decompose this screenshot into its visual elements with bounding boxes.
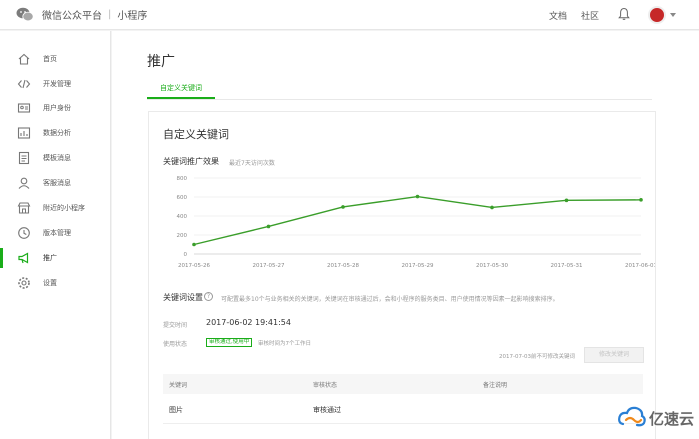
chart-subtitle: 最近7天访问次数 [229, 160, 275, 167]
sidebar-item-customer[interactable]: 客服消息 [0, 172, 110, 194]
x-tick-label: 2017-05-30 [476, 263, 508, 269]
modify-keywords-button[interactable]: 修改关键词 [584, 347, 644, 363]
series-line [193, 195, 642, 246]
tab-custom-keywords[interactable]: 自定义关键词 [147, 81, 215, 99]
gear-icon [18, 277, 30, 289]
page-title: 推广 [147, 54, 175, 70]
keyword-card: 自定义关键词 关键词推广效果 最近7天访问次数 0 200 400 600 800 201… [148, 111, 656, 439]
sidebar-item-label: 设置 [43, 279, 57, 287]
table-header: 关键词 审核状态 备注说明 [163, 374, 643, 394]
data-point [490, 205, 494, 210]
data-chart-icon [17, 127, 31, 139]
watermark: 亿速云 [617, 404, 694, 432]
settings-title: 关键词设置 [163, 293, 203, 302]
data-point [266, 224, 271, 229]
sidebar-item-label: 数据分析 [43, 129, 71, 137]
sidebar-item-label: 推广 [43, 254, 57, 262]
avatar[interactable] [648, 6, 666, 24]
top-bar: 微信公众平台 | 小程序 文档 社区 [0, 0, 699, 30]
x-tick-label: 2017-05-26 [178, 263, 210, 269]
status-note: 审核时间为7个工作日 [258, 341, 311, 347]
sidebar-item-label: 版本管理 [43, 229, 71, 237]
chart-title: 关键词推广效果 [163, 157, 219, 166]
sidebar-item-data[interactable]: 数据分析 [0, 122, 110, 144]
status-badge: 审核通过,使用中 [206, 338, 253, 347]
watermark-text: 亿速云 [649, 409, 695, 428]
status-label: 使用状态 [163, 341, 188, 348]
data-point [341, 205, 345, 209]
submit-time-value: 2017-06-02 19:41:54 [206, 318, 291, 327]
help-icon[interactable]: ? [204, 292, 213, 301]
column-header: 审核状态 [313, 382, 338, 389]
x-tick-label: 2017-05-31 [551, 263, 583, 269]
sidebar-item-label: 用户身份 [43, 104, 71, 112]
x-tick-label: 2017-05-29 [402, 263, 434, 269]
sidebar-item-template[interactable]: 模板消息 [0, 147, 110, 169]
clock-icon [18, 227, 30, 239]
sidebar-item-label: 附近的小程序 [43, 204, 85, 212]
settings-description: 可配置最多10个与业务相关的关键词，关键词在审核通过后，会和小程序的服务类目、用… [221, 296, 559, 303]
sidebar-item-label: 首页 [43, 55, 57, 63]
column-header: 关键词 [169, 382, 188, 389]
chevron-down-icon[interactable] [670, 13, 676, 17]
megaphone-icon [18, 252, 29, 264]
sidebar: 首页 开发管理 用户身份 数据分析 模板消息 客服消息 附近的小程序 版本管理 … [0, 31, 111, 439]
column-header: 备注说明 [483, 382, 508, 389]
expire-note: 2017-07-03前不可修改关键词 [499, 354, 575, 360]
brand-separator: | [108, 9, 112, 20]
sidebar-item-label: 客服消息 [43, 179, 71, 187]
y-tick-label: 0 [184, 252, 188, 258]
brand-name: 微信公众平台 [42, 11, 102, 22]
sidebar-item-home[interactable]: 首页 [0, 48, 110, 70]
docs-link[interactable]: 文档 [549, 9, 567, 22]
sidebar-item-label: 模板消息 [43, 154, 71, 162]
home-icon [18, 53, 30, 65]
data-point [415, 194, 420, 199]
y-tick-label: 200 [177, 233, 188, 239]
review-status-cell: 审核通过 [313, 406, 341, 414]
keyword-cell: 图片 [169, 406, 183, 414]
bell-icon[interactable] [618, 7, 630, 21]
user-id-icon [17, 103, 31, 113]
community-link[interactable]: 社区 [581, 9, 599, 22]
card-title: 自定义关键词 [163, 128, 229, 141]
table-row: 图片 审核通过 [163, 394, 643, 424]
data-point [564, 198, 569, 203]
y-tick-label: 800 [177, 176, 188, 182]
brand[interactable]: 微信公众平台 | 小程序 [16, 7, 147, 22]
template-icon [18, 151, 30, 165]
sidebar-item-promotion[interactable]: 推广 [0, 247, 110, 269]
data-point [192, 242, 196, 247]
main-content: 推广 自定义关键词 自定义关键词 关键词推广效果 最近7天访问次数 0 200 40… [112, 31, 699, 439]
store-icon [17, 202, 31, 214]
code-icon [17, 79, 31, 89]
brand-section: 小程序 [117, 11, 148, 22]
cloud-logo-icon [618, 406, 646, 427]
x-tick-label: 2017-05-28 [327, 263, 359, 269]
keyword-line-chart: 0 200 400 600 800 2017-05-26 2017-05-27 2017-05… [177, 176, 656, 269]
y-tick-label: 400 [177, 214, 188, 220]
sidebar-item-settings[interactable]: 设置 [0, 272, 110, 294]
x-tick-label: 2017-05-27 [253, 263, 285, 269]
data-point [639, 198, 643, 202]
x-tick-label: 2017-06-01 [625, 263, 655, 269]
customer-service-icon [18, 177, 30, 189]
wechat-logo-icon [16, 7, 34, 22]
y-tick-label: 600 [177, 195, 188, 201]
sidebar-item-version[interactable]: 版本管理 [0, 222, 110, 244]
sidebar-item-user-id[interactable]: 用户身份 [0, 97, 110, 119]
tab-divider [147, 99, 652, 100]
sidebar-item-nearby[interactable]: 附近的小程序 [0, 197, 110, 219]
sidebar-item-label: 开发管理 [43, 80, 71, 88]
submit-time-label: 提交时间 [163, 322, 188, 329]
sidebar-item-dev[interactable]: 开发管理 [0, 73, 110, 95]
